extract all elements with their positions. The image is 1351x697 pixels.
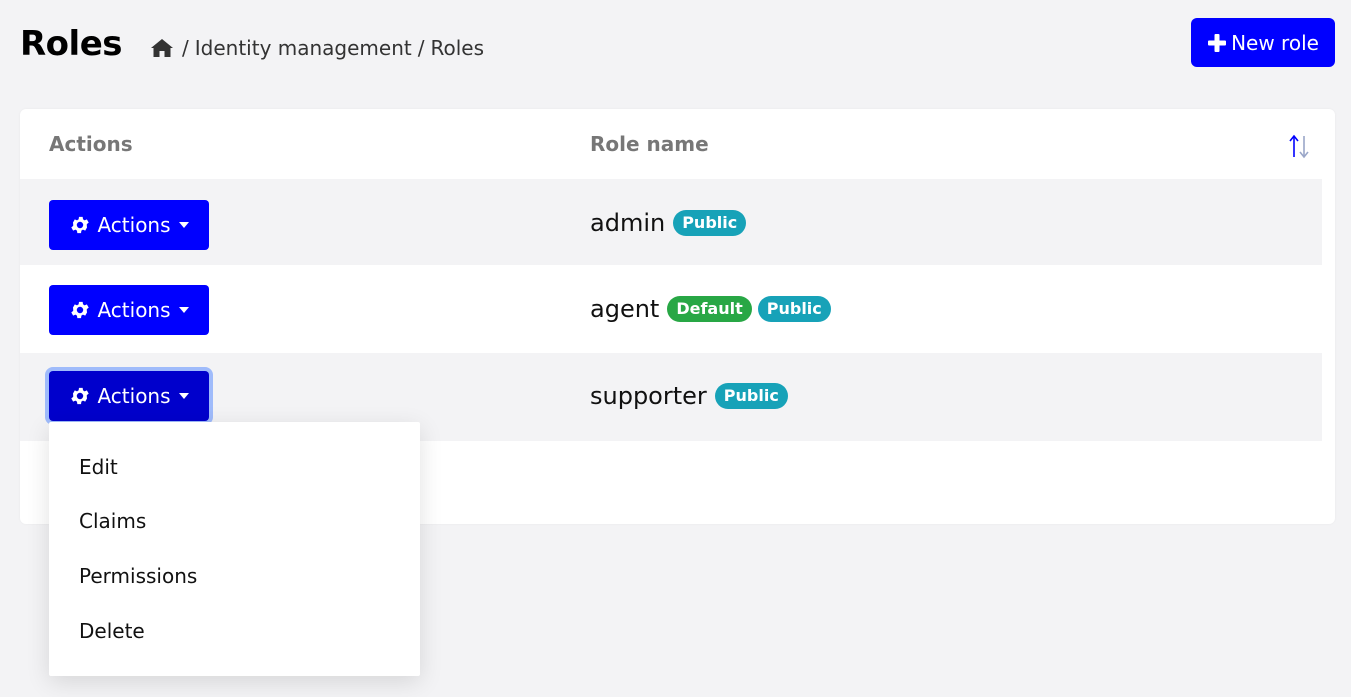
plus-icon [1207,33,1227,53]
table-row: Actions agent Default Public [20,265,1322,351]
public-badge: Public [673,210,747,236]
role-name: agent [590,295,660,323]
role-name: supporter [590,382,707,410]
actions-button[interactable]: Actions [49,285,209,335]
table-row: Actions admin Public [20,179,1322,265]
gear-icon [69,385,91,407]
table-header: Actions Role name [20,109,1322,179]
sort-icon[interactable] [1287,133,1311,159]
default-badge: Default [667,296,752,322]
breadcrumb-separator: / [417,36,425,60]
actions-dropdown-menu: Edit Claims Permissions Delete [49,422,420,676]
caret-down-icon [178,222,189,228]
actions-label: Actions [97,298,171,322]
role-name-cell: supporter Public [590,382,788,410]
new-role-button[interactable]: New role [1191,18,1335,67]
menu-item-permissions[interactable]: Permissions [79,564,197,588]
public-badge: Public [714,383,788,409]
role-name-cell: agent Default Public [590,295,831,323]
actions-label: Actions [97,213,171,237]
column-header-role-name[interactable]: Role name [590,132,709,156]
caret-down-icon [178,307,189,313]
menu-item-claims[interactable]: Claims [79,509,146,533]
breadcrumb-identity-management[interactable]: Identity management [195,36,412,60]
menu-item-delete[interactable]: Delete [79,619,145,643]
role-name: admin [590,209,666,237]
caret-down-icon [178,393,189,399]
breadcrumb: / Identity management / Roles [150,36,490,60]
breadcrumb-roles: Roles [430,36,484,60]
gear-icon [69,299,91,321]
menu-item-edit[interactable]: Edit [79,455,118,479]
actions-label: Actions [97,384,171,408]
new-role-label: New role [1231,30,1319,55]
actions-button[interactable]: Actions [49,200,209,250]
page-title: Roles [20,24,123,64]
public-badge: Public [757,296,831,322]
gear-icon [69,214,91,236]
breadcrumb-separator: / [182,36,189,60]
home-icon[interactable] [150,37,174,59]
role-name-cell: admin Public [590,209,747,237]
column-header-actions: Actions [49,132,133,156]
actions-button[interactable]: Actions [49,371,209,421]
